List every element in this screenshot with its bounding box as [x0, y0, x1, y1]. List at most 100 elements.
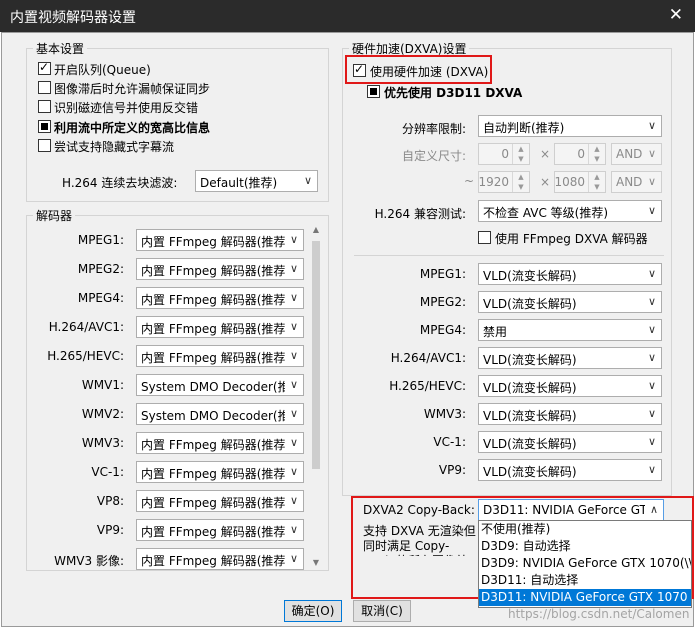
- decoder-select[interactable]: System DMO Decoder(推荐) ∨: [136, 374, 304, 396]
- chevron-down-icon: ∨: [303, 174, 312, 187]
- decoder-select-value: 内置 FFmpeg 解码器(推荐): [141, 496, 285, 510]
- min-height-spinner[interactable]: 0 ▲ ▼: [554, 143, 606, 165]
- hw-codec-select[interactable]: VLD(流变长解码) ∨: [478, 347, 662, 369]
- decoder-select[interactable]: 内置 FFmpeg 解码器(推荐) ∨: [136, 490, 304, 512]
- decoder-label: MPEG2:: [77, 262, 124, 276]
- decoder-select[interactable]: 内置 FFmpeg 解码器(推荐) ∨: [136, 229, 304, 251]
- decoder-select[interactable]: 内置 FFmpeg 解码器(推荐) ∨: [136, 345, 304, 367]
- spin-up-icon[interactable]: ▲: [589, 144, 605, 154]
- max-width-spinner[interactable]: 1920 ▲ ▼: [478, 171, 530, 193]
- decoder-select[interactable]: System DMO Decoder(推荐) ∨: [136, 403, 304, 425]
- chevron-down-icon: ∨: [647, 435, 656, 448]
- scrollbar-thumb[interactable]: [312, 241, 320, 469]
- ok-button[interactable]: 确定(O): [284, 600, 342, 622]
- chevron-up-icon: ∧: [649, 503, 658, 516]
- divider: [354, 255, 664, 256]
- chevron-down-icon: ∨: [647, 351, 656, 364]
- basic-option-label: 识别磁迹信号并使用反交错: [54, 101, 199, 115]
- basic-option-checkbox-2[interactable]: [38, 81, 51, 94]
- basic-option-checkbox-1[interactable]: [38, 60, 51, 75]
- spin-up-icon[interactable]: ▲: [589, 172, 605, 182]
- chevron-down-icon: ∨: [289, 552, 298, 565]
- copyback-option[interactable]: D3D11: 自动选择: [479, 572, 691, 589]
- decoder-select[interactable]: 内置 FFmpeg 解码器(推荐) ∨: [136, 461, 304, 483]
- basic-option-label: 利用流中所定义的宽高比信息: [54, 121, 211, 135]
- copyback-option[interactable]: D3D11: NVIDIA GeForce GTX 1070: [479, 589, 691, 606]
- deblock-select[interactable]: Default(推荐) ∨: [195, 170, 318, 192]
- chevron-down-icon: ∨: [289, 320, 298, 333]
- decoder-select-value: 内置 FFmpeg 解码器(推荐): [141, 264, 285, 278]
- spin-up-icon[interactable]: ▲: [513, 172, 529, 182]
- decoder-select[interactable]: 内置 FFmpeg 解码器(推荐) ∨: [136, 258, 304, 280]
- chevron-down-icon: ∨: [647, 463, 656, 476]
- decoder-select[interactable]: 内置 FFmpeg 解码器(推荐) ∨: [136, 548, 304, 570]
- spin-down-icon[interactable]: ▼: [589, 182, 605, 192]
- hw-codec-label: H.265/HEVC:: [389, 379, 466, 393]
- max-height-spinner[interactable]: 1080 ▲ ▼: [554, 171, 606, 193]
- hw-codec-select[interactable]: VLD(流变长解码) ∨: [478, 375, 662, 397]
- decoder-label: H.264/AVC1:: [48, 320, 124, 334]
- spin-down-icon[interactable]: ▼: [589, 154, 605, 164]
- decoder-label: VP9:: [96, 523, 124, 537]
- logic-select-1[interactable]: AND ∨: [611, 143, 662, 165]
- prefer-d3d11-label: 优先使用 D3D11 DXVA: [384, 86, 523, 100]
- decoder-select[interactable]: 内置 FFmpeg 解码器(推荐) ∨: [136, 432, 304, 454]
- chevron-down-icon: ∨: [289, 407, 298, 420]
- hw-codec-select[interactable]: 禁用 ∨: [478, 319, 662, 341]
- logic-select-2-value: AND: [616, 175, 643, 189]
- decoder-select[interactable]: 内置 FFmpeg 解码器(推荐) ∨: [136, 519, 304, 541]
- ffmpeg-dxva-checkbox[interactable]: [478, 231, 491, 244]
- decoder-select[interactable]: 内置 FFmpeg 解码器(推荐) ∨: [136, 316, 304, 338]
- chevron-down-icon: ∨: [647, 379, 656, 392]
- hw-codec-select-value: VLD(流变长解码): [483, 297, 577, 311]
- basic-option-checkbox-5[interactable]: [38, 139, 51, 152]
- hw-codec-select[interactable]: VLD(流变长解码) ∨: [478, 431, 662, 453]
- chevron-down-icon: ∨: [289, 262, 298, 275]
- h264-compat-select[interactable]: 不检查 AVC 等级(推荐) ∨: [478, 200, 662, 222]
- basic-option-checkbox-4[interactable]: [38, 120, 51, 133]
- logic-select-2[interactable]: AND ∨: [611, 171, 662, 193]
- copyback-option[interactable]: D3D9: NVIDIA GeForce GTX 1070(\\.\DISPLA…: [479, 555, 691, 572]
- basic-option-label: 尝试支持隐藏式字幕流: [54, 140, 175, 154]
- hw-codec-select[interactable]: VLD(流变长解码) ∨: [478, 459, 662, 481]
- hw-codec-select-value: VLD(流变长解码): [483, 381, 577, 395]
- scroll-up-icon[interactable]: ▲: [310, 225, 322, 234]
- chevron-down-icon: ∨: [289, 349, 298, 362]
- chevron-down-icon: ∨: [289, 233, 298, 246]
- hw-codec-select[interactable]: VLD(流变长解码) ∨: [478, 291, 662, 313]
- copyback-option[interactable]: 不使用(推荐): [479, 521, 691, 538]
- spin-up-icon[interactable]: ▲: [513, 144, 529, 154]
- hw-codec-select[interactable]: VLD(流变长解码) ∨: [478, 403, 662, 425]
- copyback-option[interactable]: D3D9: 自动选择: [479, 538, 691, 555]
- hw-codec-label: MPEG2:: [419, 295, 466, 309]
- max-width-value: 1920: [478, 175, 509, 189]
- scroll-down-icon[interactable]: ▼: [310, 558, 322, 567]
- chevron-down-icon: ∨: [647, 147, 656, 160]
- spin-down-icon[interactable]: ▼: [513, 182, 529, 192]
- hw-codec-select-value: VLD(流变长解码): [483, 465, 577, 479]
- hw-codec-select[interactable]: VLD(流变长解码) ∨: [478, 263, 662, 285]
- copyback-select[interactable]: D3D11: NVIDIA GeForce GTX 1070 ∧: [478, 499, 664, 521]
- prefer-d3d11-checkbox[interactable]: [367, 85, 380, 98]
- hw-codec-label: H.264/AVC1:: [390, 351, 466, 365]
- hw-codec-select-value: VLD(流变长解码): [483, 353, 577, 367]
- resolution-select[interactable]: 自动判断(推荐) ∨: [478, 115, 662, 137]
- basic-option-label: 开启队列(Queue): [54, 63, 151, 77]
- close-icon[interactable]: ✕: [669, 5, 683, 25]
- spin-down-icon[interactable]: ▼: [513, 154, 529, 164]
- copyback-dropdown-list[interactable]: 不使用(推荐) D3D9: 自动选择 D3D9: NVIDIA GeForce GT…: [478, 520, 692, 608]
- chevron-down-icon: ∨: [647, 295, 656, 308]
- cancel-button[interactable]: 取消(C): [353, 600, 411, 622]
- chevron-down-icon: ∨: [647, 323, 656, 336]
- use-hw-label: 使用硬件加速 (DXVA): [370, 65, 489, 79]
- use-hw-checkbox[interactable]: [353, 62, 366, 77]
- custom-size-label: 自定义尺寸:: [401, 149, 466, 163]
- h264-compat-value: 不检查 AVC 等级(推荐): [483, 206, 609, 220]
- chevron-down-icon: ∨: [289, 465, 298, 478]
- decoder-select[interactable]: 内置 FFmpeg 解码器(推荐) ∨: [136, 287, 304, 309]
- min-width-spinner[interactable]: 0 ▲ ▼: [478, 143, 530, 165]
- basic-option-checkbox-3[interactable]: [38, 100, 51, 113]
- hw-codec-label: VP9:: [438, 463, 466, 477]
- decoders-scrollbar[interactable]: ▲ ▼: [310, 225, 322, 567]
- decoder-label: MPEG4:: [77, 291, 124, 305]
